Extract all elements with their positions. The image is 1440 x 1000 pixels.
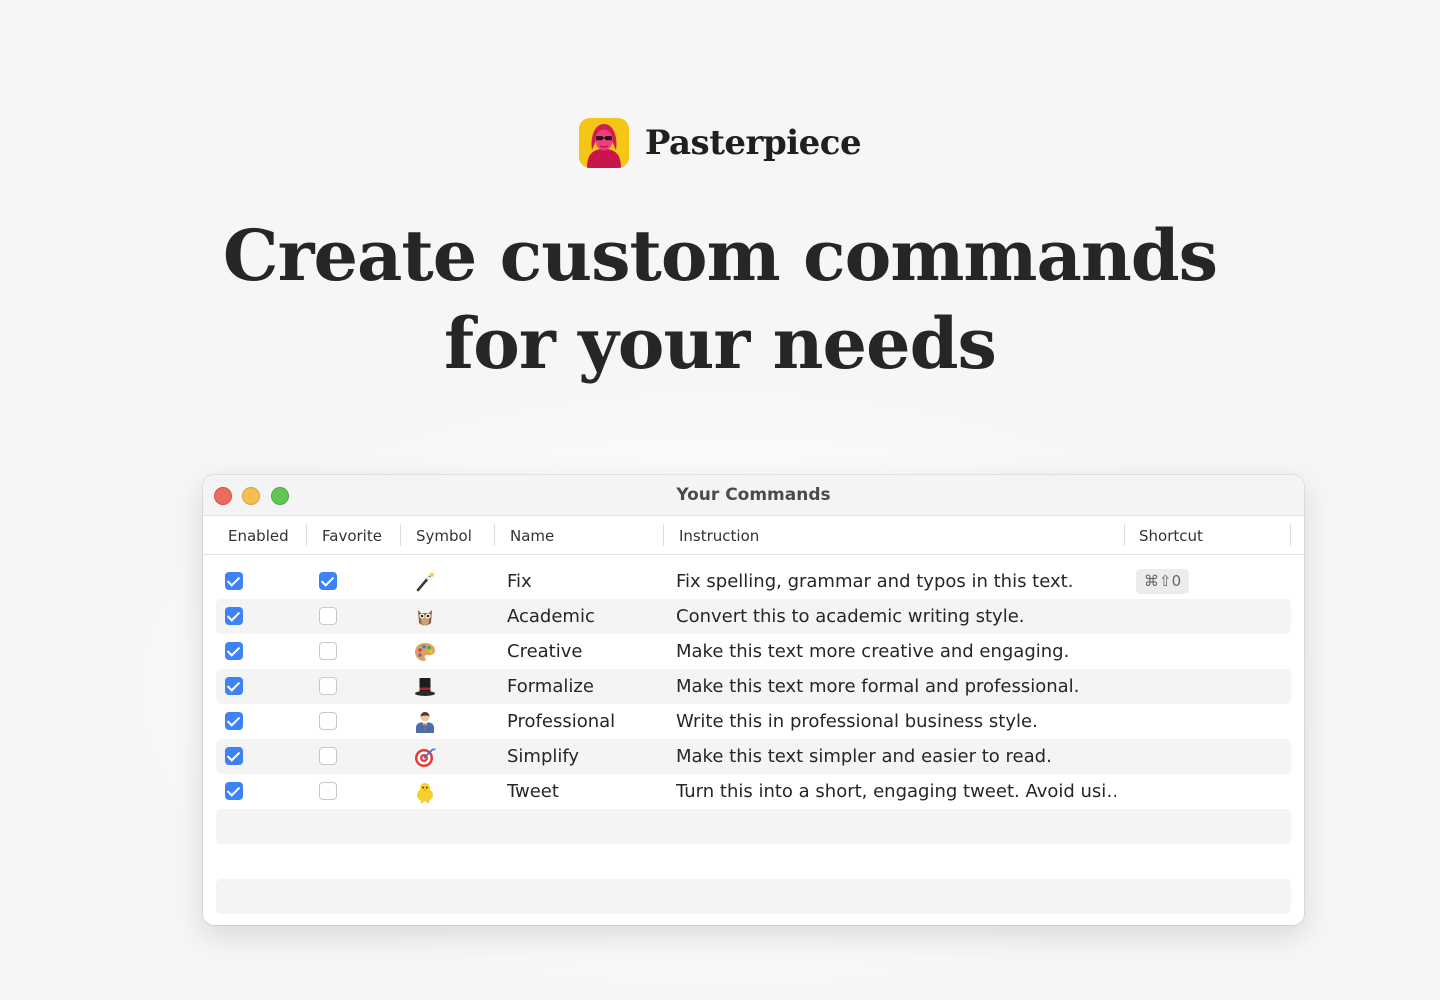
page-headline: Create custom commands for your needs bbox=[0, 212, 1440, 388]
headline-line-1: Create custom commands bbox=[222, 214, 1218, 297]
command-name[interactable]: Academic bbox=[507, 599, 595, 634]
command-instruction[interactable]: Write this in professional business styl… bbox=[676, 704, 1116, 739]
brand-header: Pasterpiece bbox=[0, 118, 1440, 168]
command-name[interactable]: Simplify bbox=[507, 739, 579, 774]
enabled-checkbox[interactable] bbox=[225, 642, 243, 660]
pasterpiece-logo-icon bbox=[578, 118, 629, 168]
table-row-formalize[interactable]: Formalize Make this text more formal and… bbox=[216, 669, 1291, 704]
window-title: Your Commands bbox=[676, 485, 831, 505]
column-header-name[interactable]: Name bbox=[495, 516, 663, 554]
table-row-professional[interactable]: Professional Write this in professional … bbox=[216, 704, 1291, 739]
headline-line-2: for your needs bbox=[444, 302, 997, 385]
column-header-symbol[interactable]: Symbol bbox=[401, 516, 495, 554]
favorite-checkbox[interactable] bbox=[319, 782, 337, 800]
shortcut-badge[interactable]: ⌘⇧0 bbox=[1136, 569, 1190, 594]
command-instruction[interactable]: Fix spelling, grammar and typos in this … bbox=[676, 564, 1116, 599]
table-row-creative[interactable]: Creative Make this text more creative an… bbox=[216, 634, 1291, 669]
table-row-simplify[interactable]: Simplify Make this text simpler and easi… bbox=[216, 739, 1291, 774]
window-titlebar: Your Commands bbox=[203, 475, 1304, 516]
column-header-shortcut[interactable]: Shortcut bbox=[1124, 516, 1290, 554]
column-header-instruction[interactable]: Instruction bbox=[664, 516, 1124, 554]
table-row-tweet[interactable]: Tweet Turn this into a short, engaging t… bbox=[216, 774, 1291, 809]
favorite-checkbox[interactable] bbox=[319, 712, 337, 730]
owl-icon bbox=[418, 610, 432, 626]
enabled-checkbox[interactable] bbox=[225, 572, 243, 590]
column-divider[interactable] bbox=[1290, 524, 1291, 546]
target-icon bbox=[415, 748, 436, 767]
command-instruction[interactable]: Convert this to academic writing style. bbox=[676, 599, 1116, 634]
magic-wand-icon bbox=[416, 571, 435, 592]
command-instruction[interactable]: Turn this into a short, engaging tweet. … bbox=[676, 774, 1116, 809]
command-name[interactable]: Formalize bbox=[507, 669, 594, 704]
top-hat-icon bbox=[415, 678, 435, 696]
command-name[interactable]: Creative bbox=[507, 634, 582, 669]
enabled-checkbox[interactable] bbox=[225, 747, 243, 765]
commands-table-body: Fix Fix spelling, grammar and typos in t… bbox=[216, 564, 1291, 914]
businessperson-icon bbox=[416, 712, 434, 733]
column-header-favorite[interactable]: Favorite bbox=[307, 516, 401, 554]
brand-name: Pasterpiece bbox=[644, 123, 862, 163]
table-row-academic[interactable]: Academic Convert this to academic writin… bbox=[216, 599, 1291, 634]
empty-row bbox=[216, 844, 1291, 879]
chick-icon bbox=[417, 783, 433, 803]
command-instruction[interactable]: Make this text more formal and professio… bbox=[676, 669, 1116, 704]
favorite-checkbox[interactable] bbox=[319, 677, 337, 695]
favorite-checkbox[interactable] bbox=[319, 572, 337, 590]
enabled-checkbox[interactable] bbox=[225, 607, 243, 625]
favorite-checkbox[interactable] bbox=[319, 642, 337, 660]
command-name[interactable]: Tweet bbox=[507, 774, 559, 809]
command-name[interactable]: Professional bbox=[507, 704, 615, 739]
commands-window: Your Commands Enabled Favorite Symbol Na… bbox=[203, 475, 1304, 925]
table-header: Enabled Favorite Symbol Name Instruction… bbox=[203, 516, 1304, 555]
command-instruction[interactable]: Make this text more creative and engagin… bbox=[676, 634, 1116, 669]
command-instruction[interactable]: Make this text simpler and easier to rea… bbox=[676, 739, 1116, 774]
enabled-checkbox[interactable] bbox=[225, 712, 243, 730]
favorite-checkbox[interactable] bbox=[319, 747, 337, 765]
empty-row bbox=[216, 879, 1291, 914]
favorite-checkbox[interactable] bbox=[319, 607, 337, 625]
table-row-fix[interactable]: Fix Fix spelling, grammar and typos in t… bbox=[216, 564, 1291, 599]
empty-row bbox=[216, 809, 1291, 844]
enabled-checkbox[interactable] bbox=[225, 677, 243, 695]
command-name[interactable]: Fix bbox=[507, 564, 532, 599]
palette-icon bbox=[415, 643, 435, 661]
column-header-enabled[interactable]: Enabled bbox=[213, 516, 307, 554]
enabled-checkbox[interactable] bbox=[225, 782, 243, 800]
